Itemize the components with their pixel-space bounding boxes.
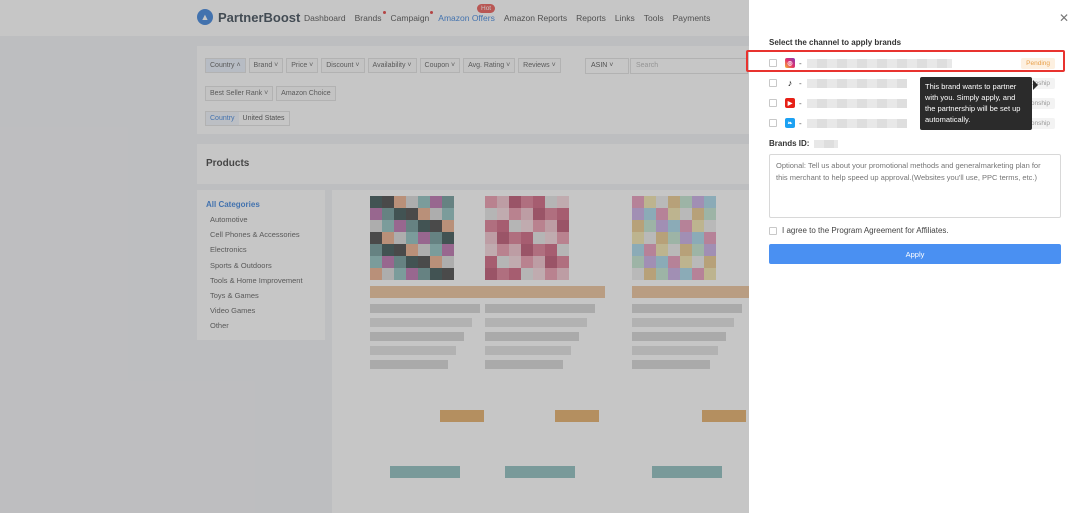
modal-overlay[interactable]	[0, 0, 749, 513]
channel-account-redacted	[806, 118, 907, 128]
promotion-notes-textarea[interactable]	[769, 154, 1061, 218]
channel-account-redacted	[806, 98, 907, 108]
agreement-label: I agree to the Program Agreement for Aff…	[782, 226, 949, 235]
channel-dash: -	[799, 78, 802, 88]
tooltip-arrow	[1033, 80, 1038, 90]
brands-id-label: Brands ID:	[769, 139, 810, 148]
brands-id: Brands ID:	[769, 139, 839, 148]
agreement-checkbox[interactable]	[769, 226, 777, 235]
agreement-row[interactable]: I agree to the Program Agreement for Aff…	[769, 226, 949, 235]
channel-account-redacted	[806, 78, 907, 88]
partner-tooltip: This brand wants to partner with you. Si…	[920, 77, 1032, 130]
channel-section-label: Select the channel to apply brands	[769, 38, 902, 47]
channel-dash: -	[799, 98, 802, 108]
channel-checkbox[interactable]	[769, 99, 777, 107]
twitter-icon: ❧	[785, 118, 795, 128]
close-icon[interactable]: ✕	[1059, 11, 1069, 25]
apply-button[interactable]: Apply	[769, 244, 1061, 264]
channel-checkbox[interactable]	[769, 119, 777, 127]
youtube-icon: ▶	[785, 98, 795, 108]
brands-id-value-redacted	[814, 139, 839, 148]
channel-dash: -	[799, 118, 802, 128]
tiktok-icon: ♪	[785, 78, 795, 88]
channel-checkbox[interactable]	[769, 79, 777, 87]
highlight-box	[746, 50, 1065, 72]
